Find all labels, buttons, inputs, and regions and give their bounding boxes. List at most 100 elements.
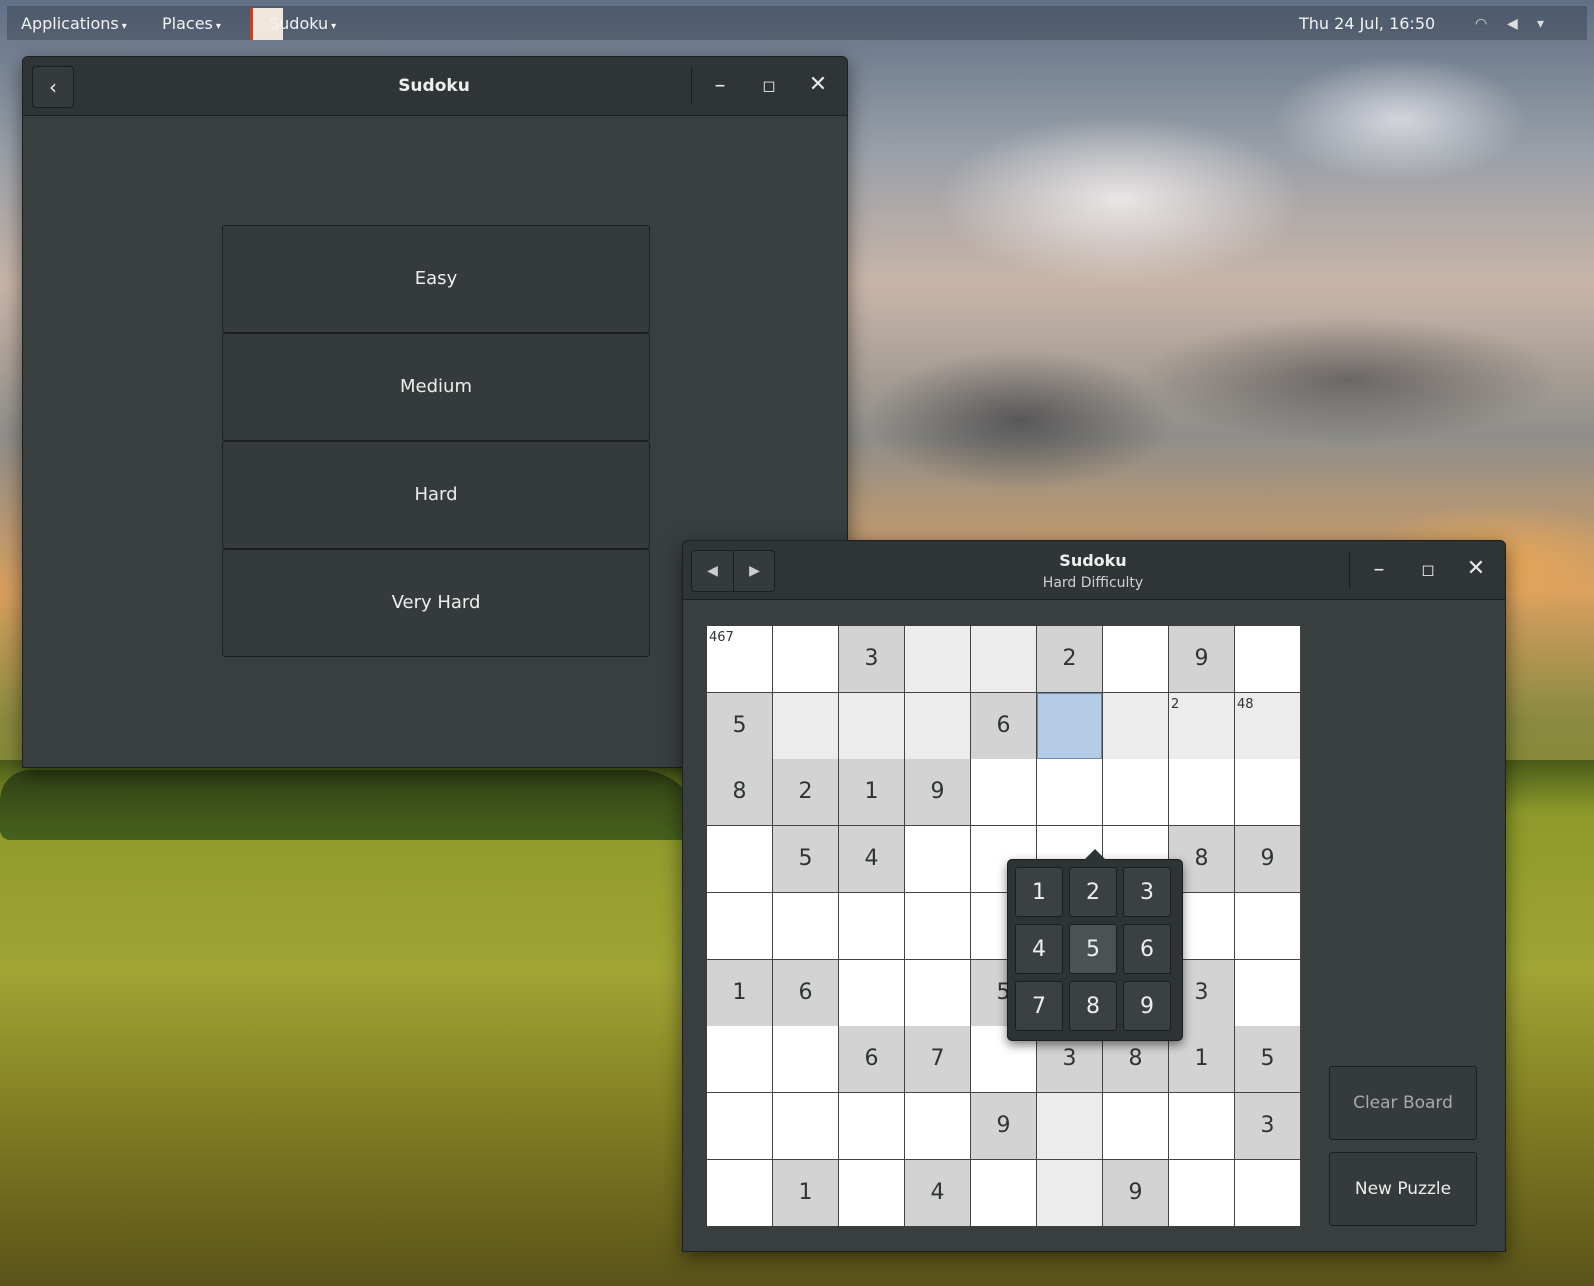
popover-arrow [1084, 849, 1106, 860]
number-1-button[interactable]: 1 [1015, 867, 1063, 917]
board-cell-r4c3[interactable]: 4 [839, 826, 904, 893]
board-cell-r9c9[interactable] [1235, 1159, 1300, 1226]
board-cell-r5c2[interactable] [773, 892, 838, 959]
new-puzzle-button[interactable]: New Puzzle [1329, 1152, 1477, 1226]
board-cell-r2c6[interactable] [1037, 692, 1102, 759]
maximize-button[interactable]: ◻ [750, 67, 788, 105]
system-menu-icon[interactable]: ▾ [1537, 16, 1544, 32]
board-cell-r9c6[interactable] [1037, 1159, 1102, 1226]
board-cell-r4c1[interactable] [707, 826, 772, 893]
board-cell-r9c2[interactable]: 1 [773, 1159, 838, 1226]
hard-button[interactable]: Hard [222, 441, 650, 549]
board-cell-r3c6[interactable] [1037, 759, 1102, 826]
board-cell-r3c5[interactable] [971, 759, 1036, 826]
board-cell-r2c7[interactable] [1103, 692, 1168, 759]
board-cell-r3c3[interactable]: 1 [839, 759, 904, 826]
close-button[interactable]: ✕ [1457, 550, 1495, 588]
easy-button[interactable]: Easy [222, 225, 650, 333]
wifi-icon[interactable]: ◠ [1475, 16, 1487, 32]
board-cell-r2c4[interactable] [905, 692, 970, 759]
board-cell-r7c4[interactable]: 7 [905, 1026, 970, 1093]
board-cell-r3c9[interactable] [1235, 759, 1300, 826]
board-cell-r7c3[interactable]: 6 [839, 1026, 904, 1093]
maximize-button[interactable]: ◻ [1409, 551, 1447, 589]
board-cell-r6c2[interactable]: 6 [773, 959, 838, 1026]
board-cell-r8c7[interactable] [1103, 1092, 1168, 1159]
board-cell-r1c5[interactable] [971, 626, 1036, 692]
number-3-button[interactable]: 3 [1123, 867, 1171, 917]
board-cell-r5c4[interactable] [905, 892, 970, 959]
board-cell-r5c1[interactable] [707, 892, 772, 959]
number-7-button[interactable]: 7 [1015, 981, 1063, 1031]
board-cell-r9c8[interactable] [1169, 1159, 1234, 1226]
app-menu[interactable]: Sudoku ▾ [269, 14, 336, 33]
board-cell-r9c1[interactable] [707, 1159, 772, 1226]
volume-icon[interactable]: ◀ [1507, 16, 1518, 32]
board-cell-r8c5[interactable]: 9 [971, 1092, 1036, 1159]
board-cell-r3c4[interactable]: 9 [905, 759, 970, 826]
arrow-right-icon: ▶ [749, 563, 760, 579]
board-cell-r6c4[interactable] [905, 959, 970, 1026]
board-cell-r9c3[interactable] [839, 1159, 904, 1226]
board-cell-r7c2[interactable] [773, 1026, 838, 1093]
board-cell-r3c8[interactable] [1169, 759, 1234, 826]
board-cell-r9c7[interactable]: 9 [1103, 1159, 1168, 1226]
applications-menu[interactable]: Applications ▾ [21, 14, 127, 33]
board-cell-r6c3[interactable] [839, 959, 904, 1026]
board-cell-r6c1[interactable]: 1 [707, 959, 772, 1026]
board-cell-r2c2[interactable] [773, 692, 838, 759]
titlebar-separator [1349, 551, 1350, 589]
redo-button[interactable]: ▶ [733, 551, 775, 591]
board-cell-r6c9[interactable] [1235, 959, 1300, 1026]
number-4-button[interactable]: 4 [1015, 924, 1063, 974]
board-cell-r2c3[interactable] [839, 692, 904, 759]
board-cell-r4c4[interactable] [905, 826, 970, 893]
places-menu[interactable]: Places ▾ [162, 14, 221, 33]
board-cell-r2c1[interactable]: 5 [707, 692, 772, 759]
close-icon: ✕ [808, 72, 828, 97]
board-cell-r1c4[interactable] [905, 626, 970, 692]
sudoku-board: 32956821954891654367381593149467248 1234… [707, 626, 1301, 1226]
board-cell-r1c9[interactable] [1235, 626, 1300, 692]
board-cell-r8c2[interactable] [773, 1092, 838, 1159]
history-buttons: ◀ ▶ [691, 550, 775, 592]
board-cell-r1c2[interactable] [773, 626, 838, 692]
board-cell-r9c5[interactable] [971, 1159, 1036, 1226]
very-hard-button[interactable]: Very Hard [222, 549, 650, 657]
number-6-button[interactable]: 6 [1123, 924, 1171, 974]
board-cell-r1c8[interactable]: 9 [1169, 626, 1234, 692]
board-cell-r8c4[interactable] [905, 1092, 970, 1159]
close-button[interactable]: ✕ [799, 66, 837, 104]
board-cell-r8c9[interactable]: 3 [1235, 1092, 1300, 1159]
board-cell-r1c7[interactable] [1103, 626, 1168, 692]
board-cell-r8c6[interactable] [1037, 1092, 1102, 1159]
number-2-button[interactable]: 2 [1069, 867, 1117, 917]
number-9-button[interactable]: 9 [1123, 981, 1171, 1031]
minimize-button[interactable]: – [701, 67, 739, 105]
board-cell-r8c8[interactable] [1169, 1092, 1234, 1159]
board-cell-r7c1[interactable] [707, 1026, 772, 1093]
board-cell-r4c9[interactable]: 9 [1235, 826, 1300, 893]
board-cell-r3c7[interactable] [1103, 759, 1168, 826]
back-button[interactable]: ‹ [32, 66, 74, 108]
number-5-button[interactable]: 5 [1069, 924, 1117, 974]
board-cell-r4c2[interactable]: 5 [773, 826, 838, 893]
medium-button[interactable]: Medium [222, 333, 650, 441]
board-cell-r8c1[interactable] [707, 1092, 772, 1159]
board-cell-r5c3[interactable] [839, 892, 904, 959]
number-8-button[interactable]: 8 [1069, 981, 1117, 1031]
board-cell-r3c1[interactable]: 8 [707, 759, 772, 826]
board-cell-r8c3[interactable] [839, 1092, 904, 1159]
board-cell-r2c5[interactable]: 6 [971, 692, 1036, 759]
board-cell-r1c6[interactable]: 2 [1037, 626, 1102, 692]
board-cell-r7c9[interactable]: 5 [1235, 1026, 1300, 1093]
board-cell-r9c4[interactable]: 4 [905, 1159, 970, 1226]
board-cell-r3c2[interactable]: 2 [773, 759, 838, 826]
clear-board-button[interactable]: Clear Board [1329, 1066, 1477, 1140]
undo-button[interactable]: ◀ [692, 551, 733, 591]
board-cell-r1c3[interactable]: 3 [839, 626, 904, 692]
wallpaper-trees [0, 770, 700, 840]
clock[interactable]: Thu 24 Jul, 16:50 [1299, 14, 1435, 33]
board-cell-r5c9[interactable] [1235, 892, 1300, 959]
minimize-button[interactable]: – [1360, 551, 1398, 589]
